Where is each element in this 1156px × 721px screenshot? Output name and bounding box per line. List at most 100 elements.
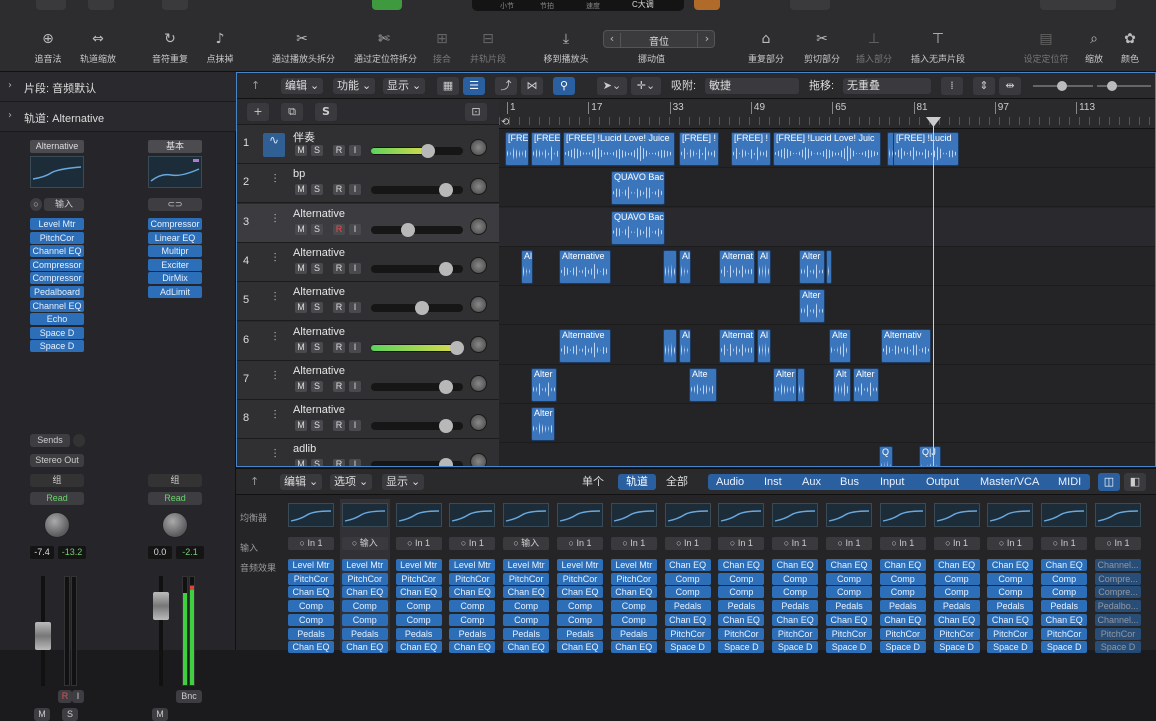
plugin-slot[interactable]: Multipr xyxy=(148,245,202,258)
plugin-slot[interactable]: Pedals xyxy=(341,627,388,640)
record-enable-button[interactable]: R xyxy=(58,690,72,703)
toolbar-button[interactable]: ⌂ 重复部分 xyxy=(736,30,796,65)
control-button[interactable] xyxy=(1040,0,1116,10)
plugin-slot[interactable]: Pedals xyxy=(395,627,442,640)
view-menu[interactable]: 显示 ⌄ xyxy=(383,78,426,94)
plugin-slot[interactable]: Chan EQ xyxy=(395,586,442,599)
plugin-slot[interactable]: Channel EQ xyxy=(30,299,84,312)
volume-handle[interactable] xyxy=(439,261,454,276)
filter-single[interactable]: 单个 xyxy=(576,474,610,490)
pan-knob[interactable] xyxy=(470,296,487,314)
toolbar-button[interactable]: ⇔ 轨道缩放 xyxy=(68,30,128,65)
eq-thumbnail[interactable] xyxy=(30,156,84,188)
pointer-tool-icon[interactable]: ➤⌄ xyxy=(597,77,627,95)
plugin-slot[interactable]: Chan EQ xyxy=(826,559,872,571)
record-enable-button[interactable]: R xyxy=(333,145,345,156)
plugin-slot[interactable]: Pedals xyxy=(557,627,603,640)
plugin-slot[interactable]: Comp xyxy=(610,600,657,613)
plugin-slot[interactable]: Pedals xyxy=(987,600,1034,613)
input-slot[interactable]: ○ In 1 xyxy=(718,537,765,550)
volume-slider[interactable] xyxy=(371,340,464,355)
plugin-slot[interactable]: Comp xyxy=(879,586,926,599)
plugin-slot[interactable]: Compressor xyxy=(30,272,84,285)
lcd-display[interactable]: 小节 节拍 速度 C大调 xyxy=(472,0,684,11)
volume-fader-handle[interactable] xyxy=(35,622,51,650)
plugin-slot[interactable]: Comp xyxy=(395,613,442,626)
plugin-slot[interactable]: Comp xyxy=(826,586,872,599)
audio-region[interactable] xyxy=(797,367,805,402)
input-slot[interactable]: ○ In 1 xyxy=(610,537,657,550)
solo-button[interactable]: S xyxy=(311,184,323,196)
volume-value[interactable]: 0.0 xyxy=(148,546,172,559)
plugin-slot[interactable]: Pedalbo... xyxy=(1095,600,1141,613)
plugin-slot[interactable]: Chan EQ xyxy=(987,559,1034,571)
plugin-slot[interactable]: Comp xyxy=(557,600,603,613)
vertical-zoom-handle[interactable] xyxy=(1057,81,1067,91)
plugin-slot[interactable]: PitchCor xyxy=(30,231,84,244)
eq-thumbnail[interactable] xyxy=(879,503,926,527)
list-view-icon[interactable]: ☰ xyxy=(463,77,485,95)
plugin-slot[interactable]: Comp xyxy=(879,572,926,585)
automation-mode[interactable]: Read xyxy=(30,492,84,505)
input-format-icon[interactable]: ○ xyxy=(30,198,42,211)
plugin-slot[interactable]: Chan EQ xyxy=(879,559,926,571)
plugin-slot[interactable]: Pedals xyxy=(879,600,926,613)
plugin-slot[interactable]: Channel... xyxy=(1095,613,1141,626)
volume-handle[interactable] xyxy=(421,144,436,158)
audio-region[interactable]: Al xyxy=(521,249,533,284)
plugin-slot[interactable]: Chan EQ xyxy=(449,586,496,599)
mute-button[interactable]: M xyxy=(295,262,307,274)
volume-handle[interactable] xyxy=(449,340,464,355)
track-header[interactable]: 8 ⫶ Alternative M S R I xyxy=(237,400,499,440)
sends-slot[interactable]: Sends xyxy=(30,434,70,447)
back-arrow-icon[interactable]: ↑ xyxy=(250,474,259,490)
plugin-slot[interactable]: Comp xyxy=(664,586,711,599)
plugin-slot[interactable]: PitchCor xyxy=(610,572,657,585)
audio-region[interactable]: Alter xyxy=(799,289,825,324)
audio-region[interactable]: Alternative xyxy=(559,249,611,284)
record-enable-button[interactable]: R xyxy=(333,262,345,274)
track-name[interactable]: Alternative xyxy=(293,365,345,377)
solo-button[interactable]: S xyxy=(311,302,323,314)
plugin-slot[interactable]: Space D xyxy=(1041,641,1088,654)
plugin-slot[interactable]: Space D xyxy=(1095,641,1141,654)
control-button[interactable] xyxy=(36,0,66,10)
channel-name[interactable]: 基本 xyxy=(148,140,202,153)
plugin-slot[interactable]: Chan EQ xyxy=(449,641,496,654)
track-header[interactable]: 1 ∿ 伴奏 M S R I xyxy=(237,125,499,164)
audio-region[interactable]: Al xyxy=(757,328,771,363)
input-slot[interactable]: ○ In 1 xyxy=(288,537,334,550)
audio-region[interactable] xyxy=(663,328,677,363)
arrange-area[interactable]: 1 17 33 49 65 81 97 113 ⟲ [FRE [FREE] [FREE] !Luc… xyxy=(499,99,1155,466)
track-name[interactable]: Alternative xyxy=(293,286,345,298)
solo-button[interactable]: S xyxy=(311,145,323,156)
plugin-slot[interactable]: AdLimit xyxy=(148,286,202,298)
plugin-slot[interactable]: Comp xyxy=(664,572,711,585)
audio-region[interactable]: Alter xyxy=(773,367,797,402)
input-slot[interactable]: ○ In 1 xyxy=(772,537,819,550)
chevron-right-icon[interactable]: › xyxy=(700,32,714,45)
plugin-slot[interactable]: Comp xyxy=(610,613,657,626)
track-options-icon[interactable]: ⊡ xyxy=(465,103,487,121)
output-slot[interactable]: Stereo Out xyxy=(30,454,84,467)
link-icon[interactable]: ⊂⊃ xyxy=(148,198,202,211)
bounce-button[interactable]: Bnc xyxy=(176,690,202,703)
audio-region[interactable] xyxy=(663,249,677,284)
back-arrow-icon[interactable]: ↑ xyxy=(251,78,260,94)
eq-thumbnail[interactable] xyxy=(987,503,1034,527)
filter-bus[interactable]: Bus xyxy=(840,474,859,490)
plugin-slot[interactable]: Comp xyxy=(1041,572,1088,585)
plugin-slot[interactable]: PitchCor xyxy=(772,627,819,640)
horizontal-zoom-handle[interactable] xyxy=(1107,81,1117,91)
track-header[interactable]: 7 ⫶ Alternative M S R I xyxy=(237,360,499,400)
plugin-slot[interactable]: Pedals xyxy=(772,600,819,613)
plugin-slot[interactable]: Space D xyxy=(987,641,1034,654)
plugin-slot[interactable]: Level Mtr xyxy=(288,559,334,571)
track-header[interactable]: 3 ⫶ Alternative M S R I xyxy=(237,203,499,243)
audio-region[interactable]: [FREE] xyxy=(531,132,561,166)
plugin-slot[interactable]: Comp xyxy=(933,586,980,599)
input-slot[interactable]: ○ In 1 xyxy=(1041,537,1088,550)
plugin-slot[interactable]: Channel EQ xyxy=(30,245,84,258)
plugin-slot[interactable]: PitchCor xyxy=(341,572,388,585)
track-lane[interactable] xyxy=(499,365,1155,404)
